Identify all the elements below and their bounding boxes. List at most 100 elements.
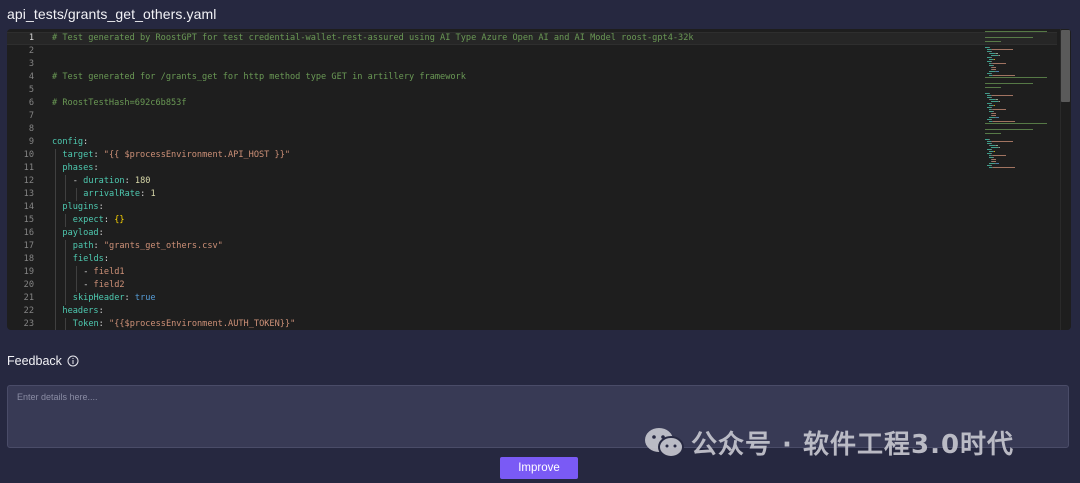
- code-line[interactable]: 23 Token: "{{$processEnvironment.AUTH_TOK…: [7, 318, 1057, 330]
- indent-guide: [55, 175, 56, 188]
- code-token: :: [98, 319, 110, 329]
- code-text: - duration: 180: [73, 175, 151, 188]
- line-number: 2: [28, 46, 34, 56]
- code-text: # Test generated for /grants_get for htt…: [52, 71, 466, 84]
- minimap-line: [991, 147, 998, 148]
- code-line[interactable]: 12 - duration: 180: [7, 175, 1057, 188]
- line-number: 15: [23, 215, 34, 225]
- minimap-line: [992, 161, 996, 162]
- code-line[interactable]: 7: [7, 110, 1057, 123]
- code-line[interactable]: 15 expect: {}: [7, 214, 1057, 227]
- code-line[interactable]: 9 config:: [7, 136, 1057, 149]
- code-token: payload: [62, 228, 99, 238]
- line-number: 16: [23, 228, 34, 238]
- minimap-line: [985, 123, 1047, 124]
- minimap-line: [993, 167, 1015, 168]
- code-token: :: [93, 241, 104, 251]
- indent-guide: [65, 266, 67, 279]
- indent-guide: [55, 318, 56, 330]
- info-circle-icon[interactable]: [67, 355, 79, 367]
- code-line[interactable]: 6 # RoostTestHash=692c6b853f: [7, 97, 1057, 110]
- code-token: -: [72, 176, 84, 186]
- line-number: 17: [23, 241, 34, 251]
- line-number: 20: [23, 280, 34, 290]
- indent-guide: [55, 279, 56, 292]
- code-line[interactable]: 13 arrivalRate: 1: [7, 188, 1057, 201]
- indent-guide: [55, 201, 56, 214]
- code-token: true: [134, 293, 156, 303]
- line-number: 22: [23, 306, 34, 316]
- minimap-line: [996, 145, 998, 146]
- code-token: :: [93, 150, 104, 160]
- line-number: 1: [28, 33, 34, 43]
- code-line[interactable]: 22 headers:: [7, 305, 1057, 318]
- code-line[interactable]: 18 fields:: [7, 253, 1057, 266]
- code-line[interactable]: 21 skipHeader: true: [7, 292, 1057, 305]
- code-line[interactable]: 17 path: "grants_get_others.csv": [7, 240, 1057, 253]
- minimap-line: [991, 101, 998, 102]
- minimap[interactable]: [977, 29, 1063, 168]
- code-line[interactable]: 8: [7, 123, 1057, 136]
- indent-guide: [75, 279, 77, 292]
- code-token: :: [98, 228, 104, 238]
- code-line[interactable]: 4 # Test generated for /grants_get for ht…: [7, 71, 1057, 84]
- minimap-line: [998, 55, 1000, 56]
- minimap-line: [992, 111, 994, 112]
- code-token: :: [124, 176, 135, 186]
- code-lines[interactable]: 1 # Test generated by RoostGPT for test c…: [7, 32, 1057, 330]
- code-token: "grants_get_others.csv": [103, 241, 223, 251]
- line-number: 10: [23, 150, 34, 160]
- minimap-line: [993, 75, 1015, 76]
- code-line[interactable]: 11 phases:: [7, 162, 1057, 175]
- code-line[interactable]: 1 # Test generated by RoostGPT for test c…: [7, 32, 1057, 45]
- code-token: fields: [72, 254, 104, 264]
- code-token: :: [98, 306, 104, 316]
- code-text: # Test generated by RoostGPT for test cr…: [52, 33, 694, 44]
- code-text: plugins:: [62, 201, 103, 214]
- minimap-line: [992, 109, 1007, 110]
- code-line[interactable]: 16 payload:: [7, 227, 1057, 240]
- minimap-line: [991, 141, 1014, 142]
- minimap-line: [991, 57, 992, 58]
- indent-guide: [75, 188, 77, 201]
- line-number: 3: [28, 59, 34, 69]
- code-line[interactable]: 5: [7, 84, 1057, 97]
- minimap-line: [991, 107, 992, 108]
- editor-scrollbar-thumb[interactable]: [1061, 30, 1070, 102]
- watermark-text: 公众号 · 软件工程3.0时代: [691, 430, 1015, 460]
- code-text: - field1: [83, 266, 124, 279]
- code-text: skipHeader: true: [73, 292, 156, 305]
- code-line[interactable]: 3: [7, 58, 1057, 71]
- minimap-line: [985, 31, 1047, 32]
- code-token: field1: [93, 267, 125, 277]
- minimap-line: [985, 129, 1033, 130]
- editor-scrollbar[interactable]: [1060, 29, 1071, 330]
- minimap-line: [998, 147, 1000, 148]
- line-number: 8: [28, 124, 34, 134]
- minimap-line: [991, 119, 992, 120]
- minimap-line: [985, 37, 1033, 38]
- code-text: payload:: [62, 227, 103, 240]
- indent-guide: [55, 162, 56, 175]
- code-line[interactable]: 19 - field1: [7, 266, 1057, 279]
- code-line[interactable]: 2: [7, 45, 1057, 58]
- minimap-line: [990, 51, 992, 52]
- code-text: # RoostTestHash=692c6b853f: [52, 97, 187, 110]
- code-line[interactable]: 20 - field2: [7, 279, 1057, 292]
- code-editor[interactable]: 1 # Test generated by RoostGPT for test c…: [7, 29, 1071, 330]
- code-text: phases:: [62, 162, 98, 175]
- code-line[interactable]: 14 plugins:: [7, 201, 1057, 214]
- code-token: :: [103, 254, 110, 264]
- line-number: 21: [23, 293, 34, 303]
- line-number: 12: [23, 176, 34, 186]
- code-line[interactable]: 10 target: "{{ $processEnvironment.API_HO…: [7, 149, 1057, 162]
- code-text: headers:: [62, 305, 103, 318]
- code-token: "{{ $processEnvironment.API_HOST }}": [103, 150, 291, 160]
- minimap-line: [996, 99, 998, 100]
- minimap-line: [985, 133, 1001, 134]
- minimap-line: [992, 113, 996, 114]
- improve-button[interactable]: Improve: [500, 457, 578, 479]
- minimap-line: [990, 97, 992, 98]
- minimap-line: [992, 159, 996, 160]
- line-number: 19: [23, 267, 34, 277]
